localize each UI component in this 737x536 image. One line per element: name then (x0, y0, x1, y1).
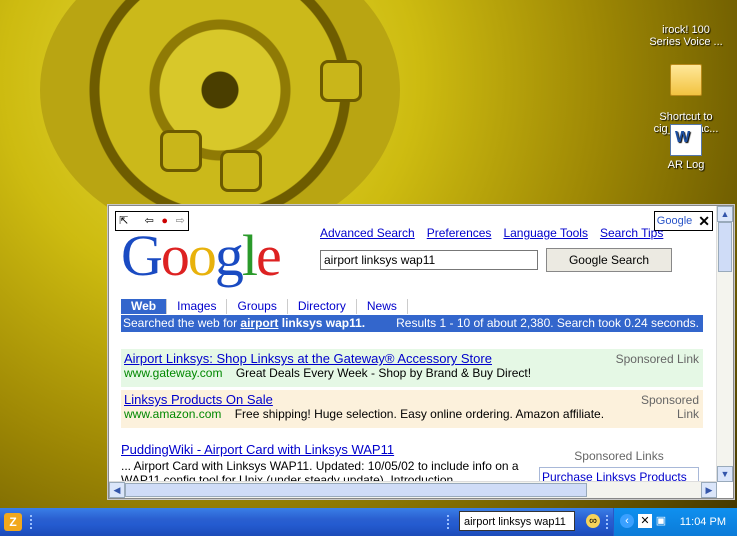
scroll-up-icon[interactable]: ▲ (717, 206, 733, 222)
top-links: Advanced Search Preferences Language Too… (320, 226, 663, 240)
side-ads-header: Sponsored Links (574, 449, 664, 463)
horizontal-scrollbar[interactable]: ◀ ▶ (109, 481, 717, 498)
ad-description: Free shipping! Huge selection. Easy onli… (234, 407, 605, 421)
start-logo-icon[interactable]: Z (4, 513, 22, 531)
word-document-icon (670, 124, 702, 156)
logo-letter: G (121, 223, 163, 288)
preferences-link[interactable]: Preferences (427, 226, 492, 240)
results-status-bar: Searched the web for airport linksys wap… (121, 315, 703, 332)
ad-url: www.gateway.com (124, 366, 223, 380)
clock[interactable]: 11:04 PM (680, 516, 726, 528)
google-search-button[interactable]: Google Search (546, 248, 672, 272)
network-icon[interactable]: ✕ (638, 514, 652, 528)
taskbar: Z airport linksys wap11 ∞ ‹ ✕ ▣ 11:04 PM (0, 508, 737, 536)
grip-icon (606, 515, 611, 529)
scroll-down-icon[interactable]: ▼ (717, 466, 733, 482)
advanced-search-link[interactable]: Advanced Search (320, 226, 415, 240)
sponsored-label: Sponsored Link (615, 352, 699, 366)
ad-description: Great Deals Every Week - Shop by Brand &… (235, 366, 532, 380)
wallpaper-bolt (220, 150, 262, 192)
desktop-icon-label: irock! 100 Series Voice ... (649, 24, 723, 48)
logo-letter: o (160, 223, 190, 288)
status-query-link[interactable]: airport (240, 316, 278, 330)
grip-icon (447, 515, 452, 529)
language-tools-link[interactable]: Language Tools (503, 226, 588, 240)
result-title-link[interactable]: PuddingWiki - Airport Card with Linksys … (121, 442, 531, 457)
system-tray: ‹ ✕ ▣ 11:04 PM (613, 508, 737, 536)
tab-directory[interactable]: Directory (288, 299, 357, 314)
logo-letter: e (256, 223, 282, 288)
results-summary: Results 1 - 10 of about 2,380. Search to… (396, 316, 699, 330)
taskbar-search-box[interactable]: airport linksys wap11 (459, 511, 575, 531)
scroll-thumb[interactable] (718, 222, 732, 272)
logo-letter: g (214, 223, 244, 288)
google-logo[interactable]: Google (121, 222, 282, 289)
scroll-thumb[interactable] (125, 483, 587, 497)
status-prefix: Searched the web for (123, 316, 241, 330)
google-deskbar-window: ⇱ ⇦ ● ⇨ Google ✕ Google Advanced Search … (108, 205, 734, 499)
status-query-rest: linksys wap11. (278, 316, 366, 330)
ad-title-link[interactable]: Airport Linksys: Shop Linksys at the Gat… (124, 351, 700, 366)
wallpaper-bolt (320, 60, 362, 102)
desktop-icon-irock[interactable]: irock! 100 Series Voice ... (641, 0, 731, 48)
logo-letter: o (187, 223, 217, 288)
desktop-icon-label: AR Log (667, 159, 705, 171)
desktop-wallpaper (40, 0, 400, 240)
tab-news[interactable]: News (357, 299, 408, 314)
chevron-left-icon[interactable]: ‹ (620, 514, 634, 528)
scroll-right-icon[interactable]: ▶ (701, 482, 717, 498)
binoculars-icon[interactable]: ∞ (586, 514, 600, 528)
logo-letter: l (241, 223, 258, 288)
tab-images[interactable]: Images (167, 299, 228, 314)
close-icon[interactable]: ✕ (698, 213, 710, 230)
sponsored-label: Sponsored Link (640, 393, 699, 421)
desktop-icon-ar-log[interactable]: AR Log (641, 124, 731, 171)
grip-icon (30, 515, 35, 529)
scroll-left-icon[interactable]: ◀ (109, 482, 125, 498)
monitor-icon[interactable]: ▣ (654, 514, 668, 528)
vertical-scrollbar[interactable]: ▲ ▼ (716, 206, 733, 482)
wallpaper-bolt (160, 130, 202, 172)
sponsored-ad: Linksys Products On Sale www.amazon.com … (121, 390, 703, 428)
desktop-icon-shortcut[interactable]: Shortcut to cig_geocac... (641, 52, 731, 135)
tab-groups[interactable]: Groups (227, 299, 288, 314)
search-tips-link[interactable]: Search Tips (600, 226, 663, 240)
ad-url: www.amazon.com (124, 407, 222, 421)
ad-title-link[interactable]: Linksys Products On Sale (124, 392, 700, 407)
tab-web[interactable]: Web (121, 299, 168, 314)
search-tabs: Web Images Groups Directory News (121, 299, 703, 314)
sponsored-ad: Airport Linksys: Shop Linksys at the Gat… (121, 349, 703, 387)
folder-shortcut-icon (670, 64, 702, 96)
search-input[interactable] (320, 250, 538, 270)
